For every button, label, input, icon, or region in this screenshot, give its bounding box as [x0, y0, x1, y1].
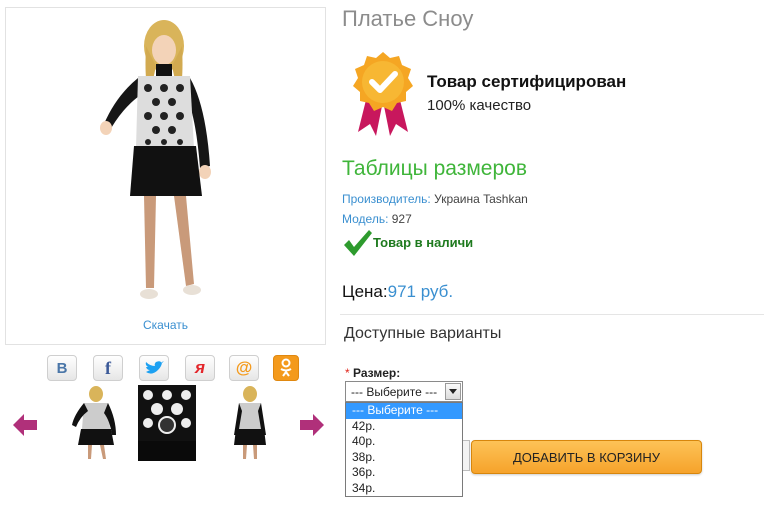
download-link[interactable]: Скачать — [6, 318, 325, 332]
manufacturer-label[interactable]: Производитель: — [342, 192, 431, 206]
thumbnail-carousel — [10, 385, 330, 465]
size-label: * Размер: — [345, 366, 400, 380]
vk-icon: B — [56, 359, 68, 377]
price-label: Цена: — [342, 282, 388, 301]
yaru-icon: я — [194, 358, 205, 377]
mail-ru-icon: @ — [235, 358, 253, 377]
in-stock-check-icon — [344, 230, 372, 256]
size-option[interactable]: 42р. — [346, 419, 462, 435]
odnoklassniki-share-button[interactable] — [273, 355, 299, 381]
product-title: Платье Сноу — [342, 6, 474, 31]
size-label-text: Размер: — [353, 366, 401, 380]
price-row: Цена:971 руб. — [342, 282, 453, 302]
prev-arrow-icon[interactable] — [12, 413, 38, 437]
twitter-share-button[interactable] — [139, 355, 169, 381]
size-option[interactable]: 36р. — [346, 465, 462, 481]
size-option[interactable]: --- Выберите --- — [346, 403, 462, 419]
product-photo — [100, 20, 211, 299]
add-to-cart-button[interactable]: ДОБАВИТЬ В КОРЗИНУ — [471, 440, 702, 474]
chevron-down-icon — [449, 389, 457, 394]
size-option[interactable]: 38р. — [346, 450, 462, 466]
thumbnail-3[interactable] — [220, 385, 280, 461]
dropdown-arrow-button[interactable] — [445, 383, 461, 400]
price-value: 971 руб. — [387, 282, 454, 301]
size-select-value: --- Выберите --- — [351, 385, 438, 399]
size-option[interactable]: 34р. — [346, 481, 462, 497]
manufacturer-line: Производитель: Украина Tashkan — [342, 192, 528, 206]
divider — [340, 314, 764, 315]
variants-title: Доступные варианты — [344, 325, 502, 342]
thumbnail-1[interactable] — [66, 385, 126, 461]
stock-status: Товар в наличи — [373, 235, 474, 250]
model-value: 927 — [391, 212, 412, 226]
model-label: Модель: — [342, 212, 389, 226]
odnoklassniki-icon — [280, 358, 292, 377]
manufacturer-value: Украина Tashkan — [434, 192, 528, 206]
size-option[interactable]: 40р. — [346, 434, 462, 450]
product-main-image[interactable]: Скачать — [5, 7, 326, 345]
required-mark: * — [345, 366, 350, 380]
mailru-share-button[interactable]: @ — [229, 355, 259, 381]
size-select[interactable]: --- Выберите --- — [345, 381, 463, 402]
vk-share-button[interactable]: B — [47, 355, 77, 381]
certified-subtitle: 100% качество — [427, 97, 532, 114]
model-line: Модель: 927 — [342, 212, 412, 226]
certified-title: Товар сертифицирован — [427, 72, 627, 91]
quantity-input[interactable] — [462, 440, 470, 471]
next-arrow-icon[interactable] — [299, 413, 325, 437]
size-dropdown-list[interactable]: --- Выберите --- 42р. 40р. 38р. 36р. 34р… — [345, 402, 463, 497]
yaru-share-button[interactable]: я — [185, 355, 215, 381]
size-table-link[interactable]: Таблицы размеров — [342, 157, 527, 181]
certified-badge-icon — [353, 52, 413, 136]
twitter-icon — [145, 361, 164, 374]
facebook-icon: f — [105, 357, 111, 378]
facebook-share-button[interactable]: f — [93, 355, 123, 381]
thumbnail-2[interactable] — [138, 385, 196, 461]
